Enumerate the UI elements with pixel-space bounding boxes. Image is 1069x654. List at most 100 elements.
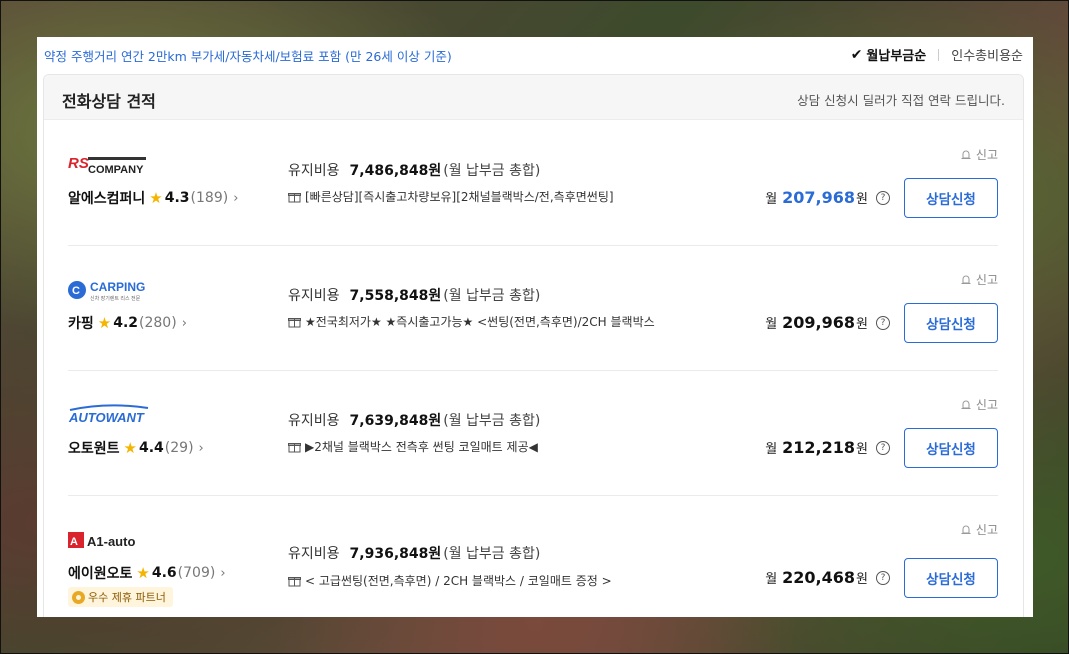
benefit-text: [빠른상담][즉시출고차량보유][2채널블랙박스/전,측후면썬팅] [288, 188, 614, 205]
maintenance-label: 유지비용 [288, 546, 340, 562]
won-unit: 원 [856, 192, 868, 207]
section-title: 전화상담 견적 [62, 92, 156, 111]
report-link[interactable]: 신고 [960, 396, 998, 413]
report-label: 신고 [975, 398, 998, 412]
phone-consult-card: 전화상담 견적 상담 신청시 딜러가 직접 연락 드립니다. RS COMPAN… [43, 74, 1024, 617]
benefit-description: [빠른상담][즉시출고차량보유][2채널블랙박스/전,측후면썬팅] [305, 190, 614, 204]
benefit-text: ★전국최저가★ ★즉시출고가능★ <썬팅(전면,측후면)/2CH 블랙박스 [288, 313, 655, 330]
svg-text:COMPANY: COMPANY [88, 164, 144, 176]
dealer-logo-autowant: AUTOWANT [68, 404, 152, 426]
consult-request-button[interactable]: 상담신청 [904, 178, 998, 218]
consult-request-button[interactable]: 상담신청 [904, 303, 998, 343]
bell-icon [961, 400, 971, 409]
maintenance-note: (월 납부금 총합) [443, 288, 541, 304]
won-unit: 원 [856, 317, 868, 332]
report-link[interactable]: 신고 [960, 271, 998, 288]
maintenance-cost: 유지비용 7,639,848원 (월 납부금 총합) [288, 410, 540, 430]
sort-monthly-payment[interactable]: 월납부금순 [866, 45, 926, 64]
report-label: 신고 [975, 148, 998, 162]
chevron-right-icon: › [233, 190, 239, 206]
maintenance-note: (월 납부금 총합) [443, 546, 541, 562]
month-label: 월 [765, 572, 778, 587]
help-icon[interactable]: ? [876, 570, 890, 585]
dealer-info[interactable]: 카핑 ★ 4.2 (280) › [68, 313, 187, 333]
dealer-name: 에이원오토 [68, 566, 133, 582]
report-link[interactable]: 신고 [960, 521, 998, 538]
won-unit: 원 [856, 442, 868, 457]
bell-icon [961, 275, 971, 284]
maintenance-label: 유지비용 [288, 288, 340, 304]
maintenance-amount: 7,639,848원 [349, 413, 442, 429]
benefit-description: ▶2채널 블랙박스 전측후 썬팅 코일매트 제공◀ [305, 440, 538, 454]
maintenance-amount: 7,936,848원 [349, 546, 442, 562]
report-label: 신고 [975, 523, 998, 537]
svg-text:RS: RS [68, 155, 89, 172]
month-label: 월 [765, 192, 778, 207]
gift-icon [288, 576, 301, 586]
maintenance-note: (월 납부금 총합) [443, 413, 541, 429]
monthly-price: 월 212,218 원 ? [765, 438, 890, 457]
consult-request-button[interactable]: 상담신청 [904, 558, 998, 598]
report-label: 신고 [975, 273, 998, 287]
check-icon: ✔ [850, 46, 863, 63]
review-count: (280) [139, 315, 177, 331]
card-header: 전화상담 견적 상담 신청시 딜러가 직접 연락 드립니다. [44, 75, 1023, 120]
benefit-text: ▶2채널 블랙박스 전측후 썬팅 코일매트 제공◀ [288, 438, 538, 455]
benefit-text: < 고급썬팅(전면,측후면) / 2CH 블랙박스 / 코일매트 증정 > [288, 572, 612, 589]
dealer-name: 오토원트 [68, 441, 120, 457]
sort-total-cost[interactable]: 인수총비용순 [951, 45, 1023, 64]
benefit-description: < 고급썬팅(전면,측후면) / 2CH 블랙박스 / 코일매트 증정 > [305, 574, 612, 588]
report-link[interactable]: 신고 [960, 146, 998, 163]
benefit-description: ★전국최저가★ ★즉시출고가능★ <썬팅(전면,측후면)/2CH 블랙박스 [305, 315, 655, 329]
monthly-price: 월 209,968 원 ? [765, 313, 890, 332]
help-icon[interactable]: ? [876, 315, 890, 330]
dealer-rating: 4.2 [113, 315, 139, 331]
maintenance-label: 유지비용 [288, 413, 340, 429]
quote-panel: 약정 주행거리 연간 2만km 부가세/자동차세/보험료 포함 (만 26세 이… [37, 37, 1033, 617]
dealer-logo-a1-auto: A A1-auto [68, 529, 152, 551]
svg-text:신차 장기렌트 리스 전문: 신차 장기렌트 리스 전문 [90, 295, 141, 302]
bell-icon [961, 525, 971, 534]
monthly-amount: 207,968 [782, 188, 856, 207]
star-icon: ★ [123, 439, 137, 457]
dealer-rating: 4.3 [164, 190, 190, 206]
monthly-amount: 220,468 [782, 568, 856, 587]
maintenance-cost: 유지비용 7,486,848원 (월 납부금 총합) [288, 160, 540, 180]
svg-text:C: C [72, 285, 80, 297]
partner-badge-label: 우수 제휴 파트너 [88, 591, 166, 604]
review-count: (709) [177, 565, 216, 581]
month-label: 월 [765, 317, 778, 332]
maintenance-amount: 7,558,848원 [349, 288, 442, 304]
gift-icon [288, 442, 301, 452]
partner-badge: 우수 제휴 파트너 [68, 587, 173, 607]
star-icon: ★ [97, 314, 112, 332]
maintenance-cost: 유지비용 7,936,848원 (월 납부금 총합) [288, 543, 540, 563]
svg-text:CARPING: CARPING [90, 280, 145, 294]
dealer-info[interactable]: 알에스컴퍼니 ★ 4.3 (189) › [68, 188, 238, 208]
top-bar: 약정 주행거리 연간 2만km 부가세/자동차세/보험료 포함 (만 26세 이… [37, 37, 1033, 73]
dealer-info[interactable]: 에이원오토 ★ 4.6 (709) › [68, 563, 226, 583]
chevron-right-icon: › [198, 440, 204, 456]
monthly-amount: 212,218 [782, 438, 856, 457]
maintenance-cost: 유지비용 7,558,848원 (월 납부금 총합) [288, 285, 540, 305]
section-subtitle: 상담 신청시 딜러가 직접 연락 드립니다. [797, 93, 1005, 108]
dealer-info[interactable]: 오토원트 ★ 4.4 (29) › [68, 438, 204, 458]
maintenance-note: (월 납부금 총합) [443, 163, 541, 179]
dealer-logo-carping: C CARPING 신차 장기렌트 리스 전문 [68, 279, 152, 302]
gift-icon [288, 192, 301, 202]
mileage-condition-note: 약정 주행거리 연간 2만km 부가세/자동차세/보험료 포함 (만 26세 이… [44, 49, 452, 64]
svg-text:A1-auto: A1-auto [87, 534, 135, 549]
help-icon[interactable]: ? [876, 190, 890, 205]
sort-divider [938, 48, 940, 61]
monthly-price: 월 220,468 원 ? [765, 568, 890, 587]
medal-icon [72, 590, 85, 604]
review-count: (189) [190, 190, 229, 206]
svg-text:AUTOWANT: AUTOWANT [68, 410, 145, 425]
won-unit: 원 [856, 572, 868, 587]
month-label: 월 [765, 442, 778, 457]
help-icon[interactable]: ? [876, 440, 890, 455]
maintenance-amount: 7,486,848원 [349, 163, 442, 179]
monthly-amount: 209,968 [782, 313, 856, 332]
consult-request-button[interactable]: 상담신청 [904, 428, 998, 468]
dealer-name: 카핑 [68, 316, 94, 332]
